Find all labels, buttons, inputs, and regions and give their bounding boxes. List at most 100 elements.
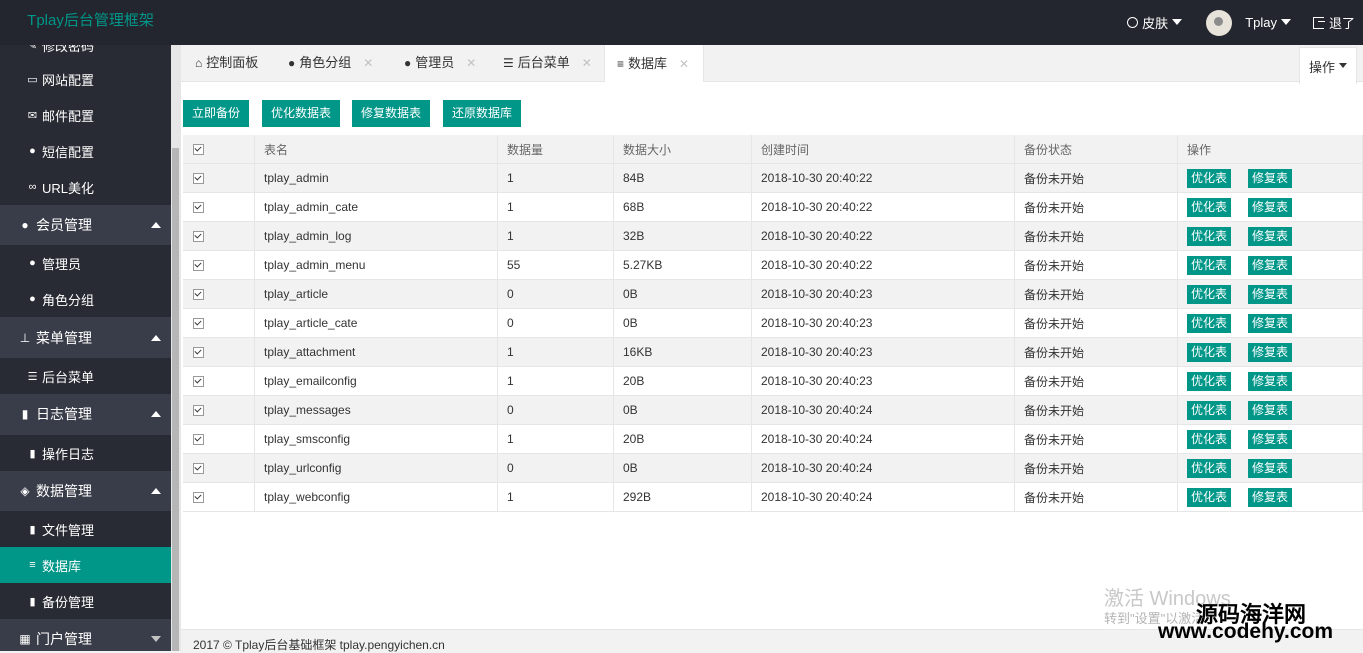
bookmark-icon: ▮ <box>29 595 36 608</box>
tab-database[interactable]: ≡ 数据库 ✕ <box>604 45 704 82</box>
repair-table-button[interactable]: 修复表 <box>1248 226 1293 246</box>
envelope-icon: ✉ <box>27 109 38 122</box>
repair-table-button[interactable]: 修复表 <box>1248 284 1293 304</box>
repair-table-button[interactable]: 修复表 <box>1248 487 1293 507</box>
row-checkbox[interactable] <box>193 492 204 504</box>
close-icon[interactable]: ✕ <box>363 46 373 80</box>
sidebar-item-files[interactable]: ▮ 文件管理 <box>0 511 171 547</box>
circle-icon <box>1127 17 1139 28</box>
sitemap-icon: ⊥ <box>19 331 31 345</box>
repair-table-button[interactable]: 修复表 <box>1248 371 1293 391</box>
sidebar-item-roles[interactable]: ● 角色分组 <box>0 281 171 317</box>
row-checkbox[interactable] <box>193 231 204 243</box>
repair-table-button[interactable]: 修复表 <box>1248 255 1293 275</box>
optimize-table-button[interactable]: 优化表 <box>1187 400 1232 420</box>
sidebar-item-admin-menu[interactable]: ☰ 后台菜单 <box>0 358 171 394</box>
optimize-table-button[interactable]: 优化表 <box>1187 168 1232 188</box>
app-logo[interactable]: Tplay后台管理框架 <box>0 0 181 45</box>
cell-data-size: 20B <box>613 366 752 396</box>
row-checkbox[interactable] <box>193 173 204 185</box>
sidebar-item-label: 管理员 <box>42 256 82 272</box>
optimize-table-button[interactable]: 优化表 <box>1187 487 1232 507</box>
backup-now-button[interactable]: 立即备份 <box>183 100 249 127</box>
optimize-table-button[interactable]: 优化表 <box>1187 429 1232 449</box>
tab-dashboard[interactable]: ⌂ 控制面板 <box>195 45 258 81</box>
cell-created-time: 2018-10-30 20:40:22 <box>751 163 1015 193</box>
optimize-table-button[interactable]: 优化表 <box>1187 197 1232 217</box>
user-menu[interactable]: Tplay <box>1206 9 1291 36</box>
table-row: tplay_article 0 0B 2018-10-30 20:40:23 备份未开始… <box>183 279 1363 309</box>
sidebar-item-email-config[interactable]: ✉ 邮件配置 <box>0 97 171 133</box>
close-icon[interactable]: ✕ <box>679 47 689 81</box>
repair-table-button[interactable]: 修复表 <box>1248 429 1293 449</box>
sidebar-group-portal[interactable]: ▦ 门户管理 <box>0 620 171 651</box>
sidebar-item-backups[interactable]: ▮ 备份管理 <box>0 583 171 619</box>
cell-actions: 优化表 修复表 <box>1177 250 1363 280</box>
close-icon[interactable]: ✕ <box>466 46 476 80</box>
row-checkbox[interactable] <box>193 260 204 272</box>
repair-table-button[interactable]: 修复表 <box>1248 400 1293 420</box>
optimize-table-button[interactable]: 优化表 <box>1187 342 1232 362</box>
table-row: tplay_emailconfig 1 20B 2018-10-30 20:40:23… <box>183 366 1363 396</box>
cell-backup-status: 备份未开始 <box>1014 453 1178 483</box>
repair-table-button[interactable]: 修复表 <box>1248 197 1293 217</box>
optimize-table-button[interactable]: 优化表 <box>1187 255 1232 275</box>
optimize-tables-button[interactable]: 优化数据表 <box>262 100 340 127</box>
cell-created-time: 2018-10-30 20:40:24 <box>751 395 1015 425</box>
tab-admins[interactable]: ● 管理员 ✕ <box>404 45 476 81</box>
row-checkbox[interactable] <box>193 463 204 475</box>
row-checkbox[interactable] <box>193 376 204 388</box>
row-checkbox[interactable] <box>193 347 204 359</box>
row-checkbox[interactable] <box>193 202 204 214</box>
tab-label: 数据库 <box>628 55 668 71</box>
grid-icon: ▦ <box>19 632 31 646</box>
tab-admin-menu[interactable]: ☰ 后台菜单 ✕ <box>503 45 592 81</box>
optimize-table-button[interactable]: 优化表 <box>1187 458 1232 478</box>
edit-icon: ✎ <box>27 45 38 52</box>
sidebar-item-admin[interactable]: ● 管理员 <box>0 245 171 281</box>
cell-table-name: tplay_attachment <box>254 337 498 367</box>
skin-menu[interactable]: 皮肤 <box>1127 13 1183 32</box>
repair-table-button[interactable]: 修复表 <box>1248 313 1293 333</box>
column-header-count: 数据量 <box>497 135 614 164</box>
sidebar-group-label: 数据管理 <box>36 483 92 499</box>
row-select-cell <box>183 366 255 396</box>
table-row: tplay_admin_menu 55 5.27KB 2018-10-30 20:40… <box>183 250 1363 280</box>
row-checkbox[interactable] <box>193 289 204 301</box>
home-icon: ⌂ <box>195 56 203 70</box>
row-select-cell <box>183 163 255 193</box>
cell-actions: 优化表 修复表 <box>1177 366 1363 396</box>
optimize-table-button[interactable]: 优化表 <box>1187 313 1232 333</box>
row-checkbox[interactable] <box>193 405 204 417</box>
close-icon[interactable]: ✕ <box>582 46 592 80</box>
sliders-icon: ☰ <box>503 56 514 70</box>
sidebar-item-site-config[interactable]: ▭ 网站配置 <box>0 61 171 97</box>
sidebar-item-url-rewrite[interactable]: ∞ URL美化 <box>0 169 171 205</box>
operations-dropdown[interactable]: 操作 <box>1299 47 1357 84</box>
cell-created-time: 2018-10-30 20:40:23 <box>751 366 1015 396</box>
sidebar-group-menu[interactable]: ⊥ 菜单管理 <box>0 319 171 357</box>
repair-table-button[interactable]: 修复表 <box>1248 458 1293 478</box>
sidebar-item-operation-log[interactable]: ▮ 操作日志 <box>0 435 171 471</box>
sidebar-item-sms-config[interactable]: ● 短信配置 <box>0 133 171 169</box>
sidebar-scrollbar-thumb[interactable] <box>172 148 179 651</box>
row-select-cell <box>183 482 255 512</box>
sidebar-group-log[interactable]: ▮ 日志管理 <box>0 395 171 433</box>
sidebar-item-database[interactable]: ≡ 数据库 <box>0 547 171 583</box>
optimize-table-button[interactable]: 优化表 <box>1187 371 1232 391</box>
optimize-table-button[interactable]: 优化表 <box>1187 284 1232 304</box>
row-checkbox[interactable] <box>193 318 204 330</box>
sidebar-group-member[interactable]: ● 会员管理 <box>0 206 171 244</box>
select-all-checkbox[interactable] <box>193 144 204 156</box>
repair-table-button[interactable]: 修复表 <box>1248 168 1293 188</box>
row-checkbox[interactable] <box>193 434 204 446</box>
repair-tables-button[interactable]: 修复数据表 <box>352 100 430 127</box>
tab-roles[interactable]: ● 角色分组 ✕ <box>288 45 373 81</box>
cell-actions: 优化表 修复表 <box>1177 308 1363 338</box>
sidebar-group-data[interactable]: ◈ 数据管理 <box>0 472 171 510</box>
restore-database-button[interactable]: 还原数据库 <box>443 100 521 127</box>
repair-table-button[interactable]: 修复表 <box>1248 342 1293 362</box>
top-header: Tplay后台管理框架 皮肤 Tplay 退了 <box>0 0 1363 45</box>
optimize-table-button[interactable]: 优化表 <box>1187 226 1232 246</box>
logout-button[interactable]: 退了 <box>1312 13 1355 32</box>
